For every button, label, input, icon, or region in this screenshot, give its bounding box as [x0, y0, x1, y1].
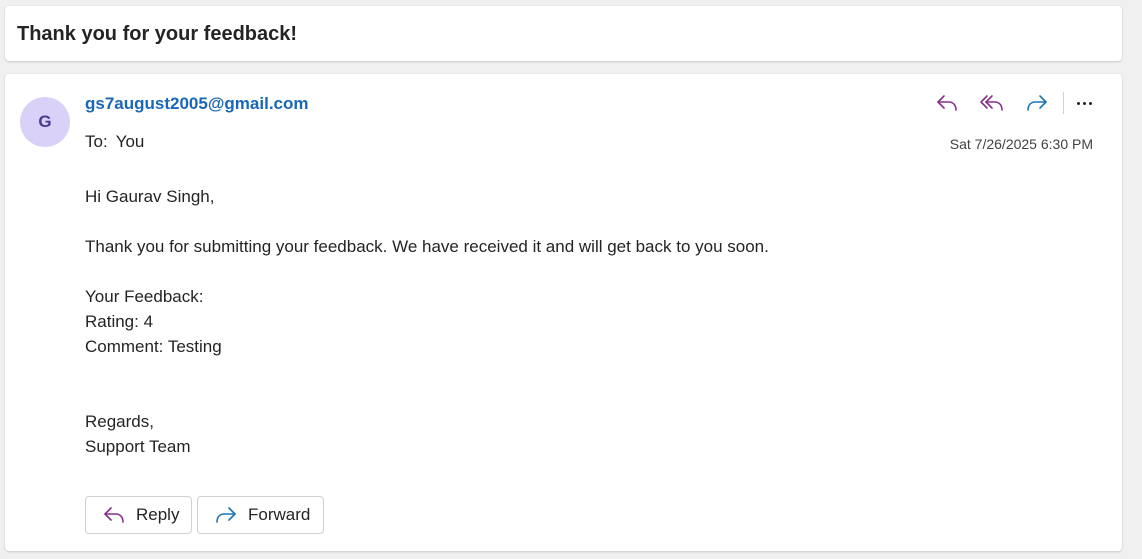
forward-label: Forward: [248, 505, 311, 524]
recipient-name[interactable]: You: [116, 132, 145, 151]
reply-icon: [937, 95, 957, 111]
forward-toolbar-button[interactable]: [1021, 90, 1053, 116]
message-timestamp: Sat 7/26/2025 6:30 PM: [949, 136, 1093, 152]
to-label: To:: [85, 132, 108, 151]
subject-header: Thank you for your feedback!: [5, 6, 1122, 61]
sender-email[interactable]: gs7august2005@gmail.com: [85, 94, 309, 114]
body-greeting: Hi Gaurav Singh,: [85, 187, 215, 206]
message-toolbar: [931, 90, 1100, 116]
reply-button[interactable]: Reply: [85, 496, 192, 534]
forward-button[interactable]: Forward: [197, 496, 324, 534]
reply-icon: [102, 505, 126, 525]
email-subject: Thank you for your feedback!: [17, 23, 298, 45]
message-body: Hi Gaurav Singh, Thank you for submittin…: [85, 184, 769, 459]
recipient-line: To: You: [85, 132, 144, 152]
toolbar-divider: [1063, 92, 1064, 114]
reply-all-toolbar-button[interactable]: [976, 90, 1008, 116]
more-options-button[interactable]: [1068, 90, 1100, 116]
reply-all-icon: [980, 95, 1003, 111]
closing-regards: Regards,: [85, 412, 154, 431]
message-card: G gs7august2005@gmail.com To: You Sat 7/…: [5, 74, 1122, 551]
reply-label: Reply: [136, 505, 180, 524]
feedback-heading: Your Feedback:: [85, 287, 204, 306]
body-paragraph: Thank you for submitting your feedback. …: [85, 237, 769, 256]
forward-icon: [214, 505, 238, 525]
sender-avatar[interactable]: G: [20, 97, 70, 147]
reply-toolbar-button[interactable]: [931, 90, 963, 116]
signature: Support Team: [85, 437, 191, 456]
forward-icon: [1027, 95, 1047, 111]
more-options-icon: [1076, 101, 1080, 105]
feedback-rating: Rating: 4: [85, 312, 154, 331]
feedback-comment: Comment: Testing: [85, 337, 222, 356]
